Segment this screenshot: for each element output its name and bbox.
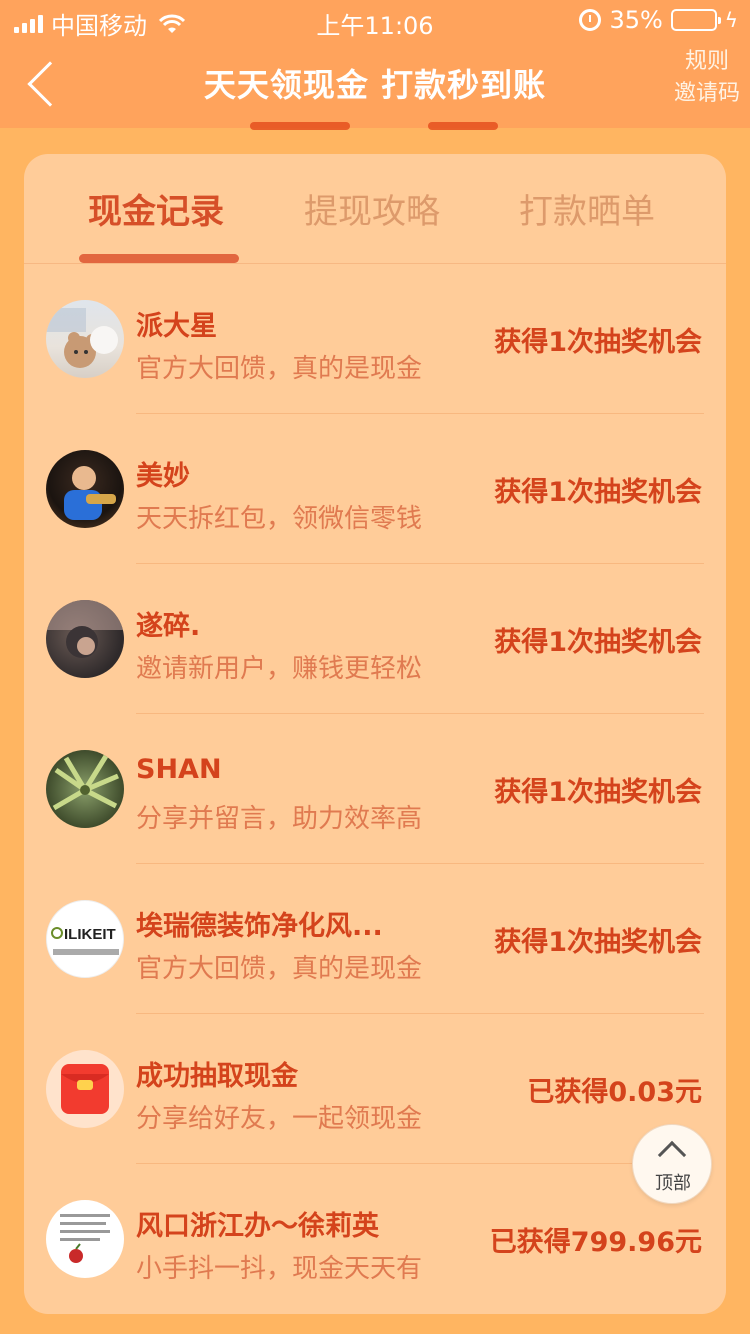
record-desc: 官方大回馈，真的是现金 [136,354,423,384]
banner-peek [250,112,350,132]
record-reward: 获得1次抽奖机会 [494,627,702,658]
back-to-top-label: 顶部 [655,1173,691,1194]
battery-percent: 35% [609,6,663,34]
record-reward: 获得1次抽奖机会 [494,927,702,958]
charging-icon: ϟ [724,8,738,32]
banner-peek [428,112,498,132]
battery-icon [670,9,721,31]
records-card: 现金记录 提现攻略 打款晒单 派大星 官方大回馈，真的是现金 获得1次抽奖机会 [24,154,726,1314]
avatar [46,750,124,828]
list-item[interactable]: 成功抽取现金 分享给好友，一起领现金 已获得0.03元 [24,1014,726,1164]
user-name: 埃瑞德装饰净化风... [136,911,383,942]
red-envelope-icon [46,1050,124,1128]
list-item[interactable]: 风口浙江办～徐莉英 小手抖一抖，现金天天有 已获得799.96元 [24,1164,726,1314]
user-name: 美妙 [136,461,190,492]
avatar [46,300,124,378]
list-item[interactable]: 遂碎. 邀请新用户，赚钱更轻松 获得1次抽奖机会 [24,564,726,714]
user-name: 遂碎. [136,611,201,642]
page-title: 天天领现金 打款秒到账 [203,66,547,104]
avatar-logo-text: ILIKEIT [64,926,116,943]
record-reward: 获得1次抽奖机会 [494,327,702,358]
record-desc: 官方大回馈，真的是现金 [136,954,423,984]
list-item[interactable]: 美妙 天天拆红包，领微信零钱 获得1次抽奖机会 [24,414,726,564]
user-name: 风口浙江办～徐莉英 [136,1211,379,1242]
tab-bar: 现金记录 提现攻略 打款晒单 [24,154,726,264]
top-bar: 中国移动 上午11:06 35% ϟ 天天领现金 打款秒到账 规则 邀请码 [0,0,750,128]
tab-cash-records[interactable]: 现金记录 [88,184,224,233]
record-desc: 天天拆红包，领微信零钱 [136,504,423,534]
chevron-up-icon [657,1140,687,1170]
record-reward: 已获得799.96元 [489,1227,702,1258]
alarm-icon [579,9,602,31]
list-item[interactable]: 派大星 官方大回馈，真的是现金 获得1次抽奖机会 [24,264,726,414]
avatar [46,1200,124,1278]
avatar: ILIKEIT [46,900,124,978]
avatar [46,600,124,678]
back-to-top-button[interactable]: 顶部 [632,1124,712,1204]
status-bar: 中国移动 上午11:06 35% ϟ [0,0,750,40]
active-tab-indicator [79,254,239,263]
list-item[interactable]: SHAN 分享并留言，助力效率高 获得1次抽奖机会 [24,714,726,864]
nav-links: 规则 邀请码 [674,46,740,110]
record-desc: 分享给好友，一起领现金 [136,1104,423,1134]
record-reward: 已获得0.03元 [527,1077,702,1108]
record-desc: 小手抖一抖，现金天天有 [136,1254,423,1284]
user-name: 成功抽取现金 [136,1061,298,1092]
tab-payment-showcase[interactable]: 打款晒单 [519,184,655,233]
record-desc: 邀请新用户，赚钱更轻松 [136,654,423,684]
user-name: 派大星 [136,311,217,342]
list-item[interactable]: ILIKEIT 埃瑞德装饰净化风... 官方大回馈，真的是现金 获得1次抽奖机会 [24,864,726,1014]
nav-bar: 天天领现金 打款秒到账 规则 邀请码 [0,40,750,128]
record-list: 派大星 官方大回馈，真的是现金 获得1次抽奖机会 美妙 天天拆红包，领微信零钱 … [24,264,726,1314]
record-reward: 获得1次抽奖机会 [494,477,702,508]
avatar [46,450,124,528]
record-desc: 分享并留言，助力效率高 [136,804,423,834]
rules-link[interactable]: 规则 [674,46,740,78]
user-name: SHAN [136,754,222,785]
invite-code-link[interactable]: 邀请码 [674,78,740,110]
tab-withdraw-guide[interactable]: 提现攻略 [304,184,440,233]
record-reward: 获得1次抽奖机会 [494,777,702,808]
